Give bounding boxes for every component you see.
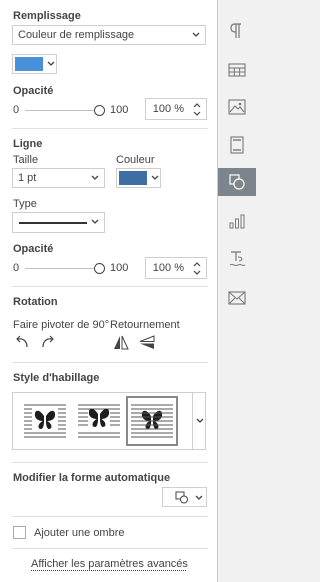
wrap-behind-text-button[interactable] [126, 396, 178, 446]
flip-label: Retournement [110, 319, 180, 331]
line-opacity-spinner[interactable]: 100 % [145, 257, 207, 279]
chevron-down-icon [91, 219, 99, 224]
text-art-icon [229, 251, 246, 267]
line-opacity-max: 100 [110, 262, 129, 274]
right-toolbar [218, 0, 256, 582]
mail-merge-icon [228, 291, 246, 305]
divider [192, 393, 193, 449]
wrap-square-icon [24, 404, 66, 438]
table-icon [228, 63, 246, 77]
spin-up-icon[interactable] [192, 101, 202, 109]
fill-title: Remplissage [13, 10, 81, 22]
rotation-title: Rotation [13, 296, 58, 308]
wrap-behind-text-icon [131, 404, 173, 438]
chevron-down-icon [91, 175, 99, 180]
line-size-value: 1 pt [18, 172, 37, 184]
header-footer-settings-tab[interactable] [226, 134, 248, 156]
rotate-clockwise-icon[interactable] [40, 335, 56, 349]
rotate-counterclockwise-icon[interactable] [14, 335, 30, 349]
chart-settings-tab[interactable] [226, 210, 248, 232]
fill-type-select[interactable]: Couleur de remplissage [12, 25, 206, 45]
chevron-down-icon [195, 495, 203, 500]
line-opacity-value: 100 % [152, 262, 184, 274]
line-opacity-label: Opacité [13, 243, 54, 255]
spin-up-icon[interactable] [192, 260, 202, 268]
shape-icon [175, 491, 188, 504]
line-type-label: Type [13, 198, 37, 210]
line-size-select[interactable]: 1 pt [12, 168, 105, 188]
shadow-checkbox[interactable] [13, 526, 26, 539]
flip-vertical-icon[interactable] [139, 335, 155, 350]
paragraph-icon [230, 23, 241, 38]
fill-opacity-label: Opacité [13, 85, 54, 97]
fill-opacity-slider-thumb[interactable] [94, 105, 105, 116]
line-opacity-min: 0 [13, 262, 20, 274]
fill-opacity-spinner[interactable]: 100 % [145, 98, 207, 120]
line-opacity-track [25, 268, 99, 269]
divider [12, 548, 208, 549]
show-advanced-settings-link[interactable]: Afficher les paramètres avancés [31, 558, 188, 570]
fill-opacity-track [25, 110, 99, 111]
fill-opacity-min: 0 [13, 104, 20, 116]
spin-down-icon[interactable] [192, 110, 202, 118]
fill-color-swatch [15, 57, 43, 71]
fill-opacity-max: 100 [110, 104, 129, 116]
shape-settings-tab[interactable] [226, 171, 248, 193]
shape-settings-panel: Remplissage Couleur de remplissage Opaci… [0, 0, 218, 582]
line-color-picker[interactable] [116, 168, 161, 188]
fill-color-picker[interactable] [12, 54, 57, 74]
line-opacity-slider-thumb[interactable] [94, 263, 105, 274]
chevron-down-icon [151, 175, 159, 180]
text-art-settings-tab[interactable] [226, 248, 248, 270]
wrap-square-button[interactable] [19, 396, 71, 446]
divider [12, 462, 208, 463]
wrap-tight-icon [78, 404, 120, 438]
image-icon [228, 99, 246, 115]
line-size-label: Taille [13, 154, 39, 166]
line-type-select[interactable] [12, 212, 105, 233]
divider [12, 362, 208, 363]
rotate-90-label: Faire pivoter de 90° [13, 319, 110, 331]
wrap-style-title: Style d'habillage [13, 372, 100, 384]
change-autoshape-title: Modifier la forme automatique [13, 472, 171, 484]
shadow-label: Ajouter une ombre [34, 527, 125, 539]
paragraph-settings-tab[interactable] [226, 20, 248, 42]
header-footer-icon [230, 136, 244, 154]
divider [12, 286, 208, 287]
divider [12, 128, 208, 129]
wrap-tight-button[interactable] [73, 396, 125, 446]
line-color-swatch [119, 171, 147, 185]
spin-down-icon[interactable] [192, 269, 202, 277]
chevron-down-icon [47, 61, 55, 66]
fill-opacity-value: 100 % [152, 103, 184, 115]
chevron-down-icon [192, 32, 200, 37]
line-color-label: Couleur [116, 154, 155, 166]
image-settings-tab[interactable] [226, 96, 248, 118]
mail-merge-settings-tab[interactable] [226, 287, 248, 309]
wrap-style-gallery [12, 392, 206, 450]
flip-horizontal-icon[interactable] [113, 335, 129, 350]
change-autoshape-button[interactable] [162, 487, 207, 507]
solid-line-sample [19, 222, 87, 224]
chart-icon [229, 214, 245, 229]
divider [12, 516, 208, 517]
line-title: Ligne [13, 138, 43, 150]
table-settings-tab[interactable] [226, 59, 248, 81]
shape-icon [229, 174, 245, 190]
fill-type-value: Couleur de remplissage [18, 29, 135, 41]
chevron-down-icon[interactable] [195, 414, 205, 428]
